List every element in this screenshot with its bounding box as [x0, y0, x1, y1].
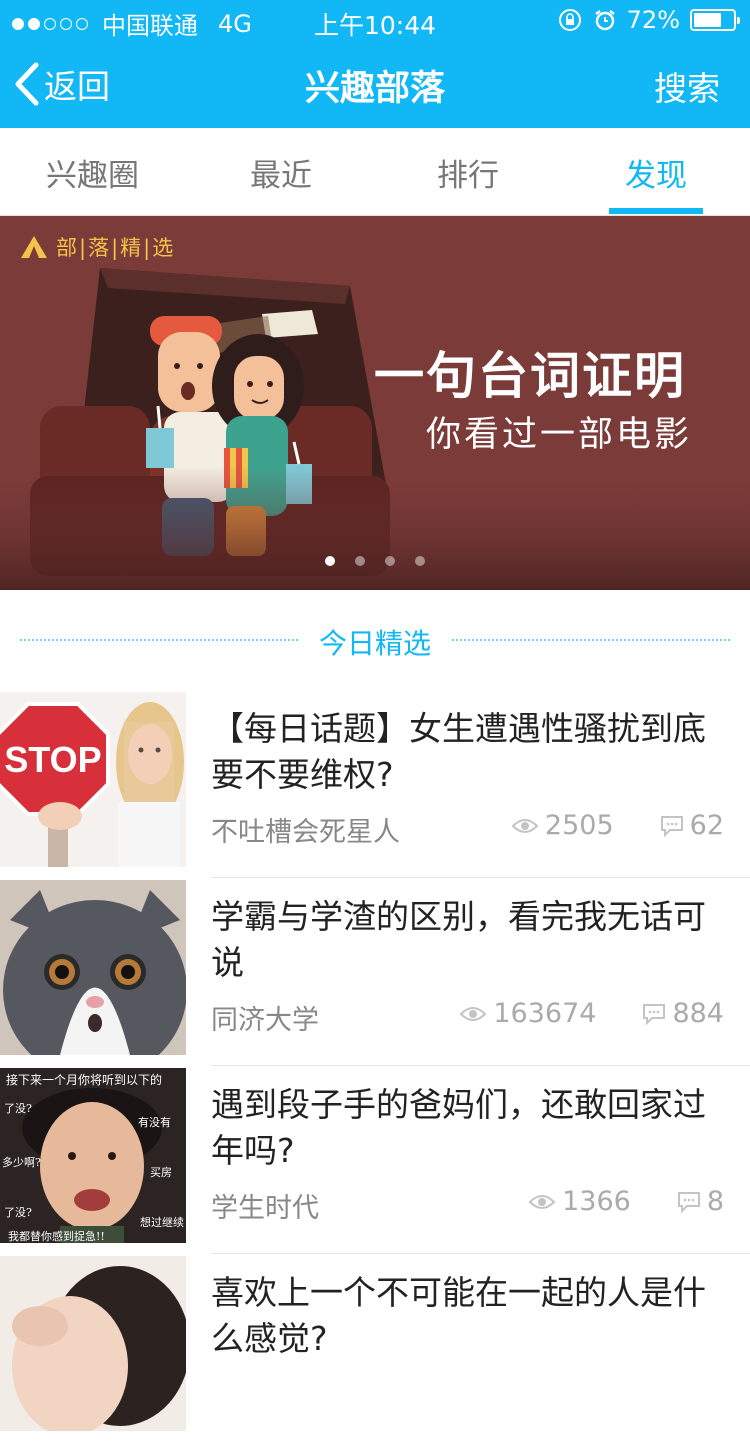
section-divider-right [452, 639, 730, 641]
views-count: 1366 [562, 1186, 631, 1217]
views-stat: 2505 [511, 810, 614, 841]
banner-page-dot [355, 556, 365, 566]
stop-sign-text: STOP [4, 739, 101, 780]
item-stats: 2505 62 [511, 810, 724, 841]
featured-banner[interactable]: 部|落|精|选 一句台词证明 你看过一部电影 [0, 216, 750, 590]
list-item[interactable]: 接下来一个月你将听到以下的 了没? 有没有 多少啊? 买房 了没? 想过继续 我… [0, 1068, 750, 1254]
views-stat: 1366 [528, 1186, 631, 1217]
status-bar: 中国联通 4G 上午10:44 72% [0, 0, 750, 40]
item-thumbnail [0, 880, 186, 1055]
banner-subheadline: 你看过一部电影 [426, 415, 693, 455]
item-stats: 163674 884 [459, 998, 724, 1029]
comment-icon [643, 1003, 666, 1025]
nav-bar: 返回 兴趣部落 搜索 [0, 40, 750, 128]
list-item[interactable]: 喜欢上一个不可能在一起的人是什么感觉? [0, 1256, 750, 1442]
banner-page-indicator [325, 556, 425, 566]
item-thumbnail: STOP [0, 692, 186, 867]
banner-badge-label: 部|落|精|选 [56, 236, 176, 260]
list-item[interactable]: 学霸与学渣的区别，看完我无话可说 同济大学 163674 884 [0, 880, 750, 1066]
comments-count: 62 [689, 810, 724, 841]
banner-badge: 部|落|精|选 [20, 232, 175, 262]
list-item[interactable]: STOP 【每日话题】女生遭遇性骚扰到底要不要维权? 不吐槽会死星人 2505 … [0, 692, 750, 878]
battery-percent: 72% [626, 6, 680, 34]
banner-headline: 一句台词证明 [374, 347, 686, 405]
item-divider [211, 1253, 750, 1254]
comments-stat: 8 [677, 1186, 724, 1217]
battery-icon [690, 9, 740, 31]
views-count: 2505 [544, 810, 614, 841]
svg-text:多少啊?: 多少啊? [2, 1155, 41, 1169]
section-header: 今日精选 [0, 590, 750, 690]
item-thumbnail: 接下来一个月你将听到以下的 了没? 有没有 多少啊? 买房 了没? 想过继续 我… [0, 1068, 186, 1243]
active-tab-indicator [609, 208, 703, 214]
search-button[interactable]: 搜索 [654, 62, 720, 110]
tent-icon [21, 236, 47, 258]
comments-stat: 62 [660, 810, 724, 841]
tab-bar: 兴趣圈 最近 排行 发现 [0, 128, 750, 216]
page-title: 兴趣部落 [304, 69, 445, 109]
svg-text:了没?: 了没? [4, 1102, 32, 1115]
item-divider [211, 877, 750, 878]
status-bar-right: 72% [557, 6, 740, 34]
eye-icon [511, 818, 539, 833]
eye-icon [528, 1194, 556, 1209]
tab-interest-circle[interactable]: 兴趣圈 [46, 150, 139, 195]
item-source[interactable]: 学生时代 [211, 1186, 319, 1225]
comments-count: 884 [672, 998, 724, 1029]
svg-text:有没有: 有没有 [138, 1115, 171, 1129]
item-title: 【每日话题】女生遭遇性骚扰到底要不要维权? [211, 709, 706, 794]
comments-count: 8 [706, 1186, 724, 1217]
svg-text:我都替你感到捉急!!: 我都替你感到捉急!! [8, 1229, 105, 1243]
section-title: 今日精选 [318, 627, 431, 660]
item-source[interactable]: 不吐槽会死星人 [211, 810, 400, 849]
eye-icon [459, 1006, 487, 1021]
views-count: 163674 [493, 998, 597, 1029]
svg-text:想过继续: 想过继续 [140, 1215, 184, 1229]
comment-icon [660, 815, 683, 837]
item-thumbnail [0, 1256, 186, 1431]
comment-icon [677, 1191, 700, 1213]
banner-page-dot [415, 556, 425, 566]
alarm-icon [594, 10, 615, 31]
tab-recent[interactable]: 最近 [250, 150, 312, 195]
item-title: 喜欢上一个不可能在一起的人是什么感觉? [211, 1273, 706, 1358]
comments-stat: 884 [642, 998, 724, 1029]
banner-page-dot [325, 556, 335, 566]
svg-text:了没?: 了没? [4, 1206, 32, 1219]
item-stats: 1366 8 [528, 1186, 724, 1217]
item-title: 遇到段子手的爸妈们，还敢回家过年吗? [211, 1085, 706, 1170]
tab-discover[interactable]: 发现 [625, 150, 687, 195]
rotation-lock-icon [558, 9, 581, 31]
item-title: 学霸与学渣的区别，看完我无话可说 [211, 897, 706, 982]
tab-ranking[interactable]: 排行 [437, 150, 499, 195]
svg-text:买房: 买房 [150, 1166, 172, 1179]
views-stat: 163674 [459, 998, 596, 1029]
item-divider [211, 1065, 750, 1066]
svg-text:接下来一个月你将听到以下的: 接下来一个月你将听到以下的 [6, 1072, 162, 1087]
item-source[interactable]: 同济大学 [211, 998, 319, 1037]
banner-page-dot [385, 556, 395, 566]
